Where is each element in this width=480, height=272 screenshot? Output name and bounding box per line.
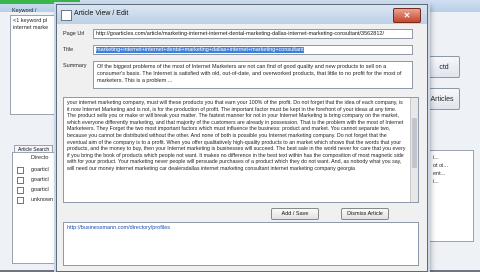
link-text: http://businessmann.com/directory/profil… [67, 225, 171, 231]
page-url-label: Page Url [63, 31, 85, 37]
result-item: ent... [433, 171, 446, 177]
list-checkbox[interactable] [17, 197, 24, 204]
close-icon: ✕ [403, 11, 411, 20]
articles-button[interactable]: Articles [424, 88, 460, 110]
scrollbar-thumb[interactable] [412, 118, 417, 168]
page-url-field[interactable]: http://goarticles.com/article/marketing-… [93, 29, 413, 39]
list-item: unknown [31, 197, 54, 203]
list-item: goarticl [31, 187, 49, 193]
title-field[interactable]: marketing+internet+internet+dental+marke… [93, 45, 413, 55]
list-checkbox[interactable] [17, 187, 24, 194]
background-results-panel: i... ot oi... ent... i... [428, 150, 474, 242]
list-header: Directo [31, 155, 49, 161]
result-item: ot oi... [433, 163, 448, 169]
keyword-list[interactable]: <1 keyword pl internet marke [10, 15, 58, 115]
article-body-text: your internet marketing company, must wi… [67, 100, 406, 172]
background-button[interactable]: ctd [428, 56, 460, 78]
dialog-title: Article View / Edit [74, 10, 129, 17]
link-textarea[interactable]: http://businessmann.com/directory/profil… [63, 222, 419, 266]
article-body-textarea[interactable]: your internet marketing company, must wi… [63, 97, 419, 203]
list-checkbox[interactable] [17, 167, 24, 174]
title-label: Title [63, 47, 74, 53]
result-item: i... [433, 179, 439, 185]
keyword-label: Keyword / [12, 8, 37, 14]
result-item: i... [433, 155, 439, 161]
list-checkbox[interactable] [17, 177, 24, 184]
add-save-button[interactable]: Add / Save [271, 208, 319, 220]
title-selected-text: marketing+internet+internet+dental+marke… [96, 47, 304, 53]
close-button[interactable]: ✕ [393, 8, 421, 23]
article-view-edit-dialog: Article View / Edit ✕ Page Url http://go… [56, 4, 428, 272]
window-icon [61, 10, 72, 21]
keyword-line: internet marke [13, 25, 49, 31]
list-item: goarticl [31, 177, 49, 183]
dialog-titlebar: Article View / Edit ✕ [57, 5, 427, 24]
dismiss-article-button[interactable]: Dismiss Article [341, 208, 389, 220]
list-item: goarticl [31, 167, 49, 173]
body-scrollbar[interactable] [410, 98, 418, 202]
keyword-line: <1 keyword pl [13, 18, 48, 24]
article-directory-list[interactable]: Directo goarticl goarticl goarticl unkno… [12, 152, 58, 264]
summary-label: Summary [63, 63, 87, 69]
summary-textarea[interactable]: Of the biggest problems of the most of I… [93, 61, 413, 89]
